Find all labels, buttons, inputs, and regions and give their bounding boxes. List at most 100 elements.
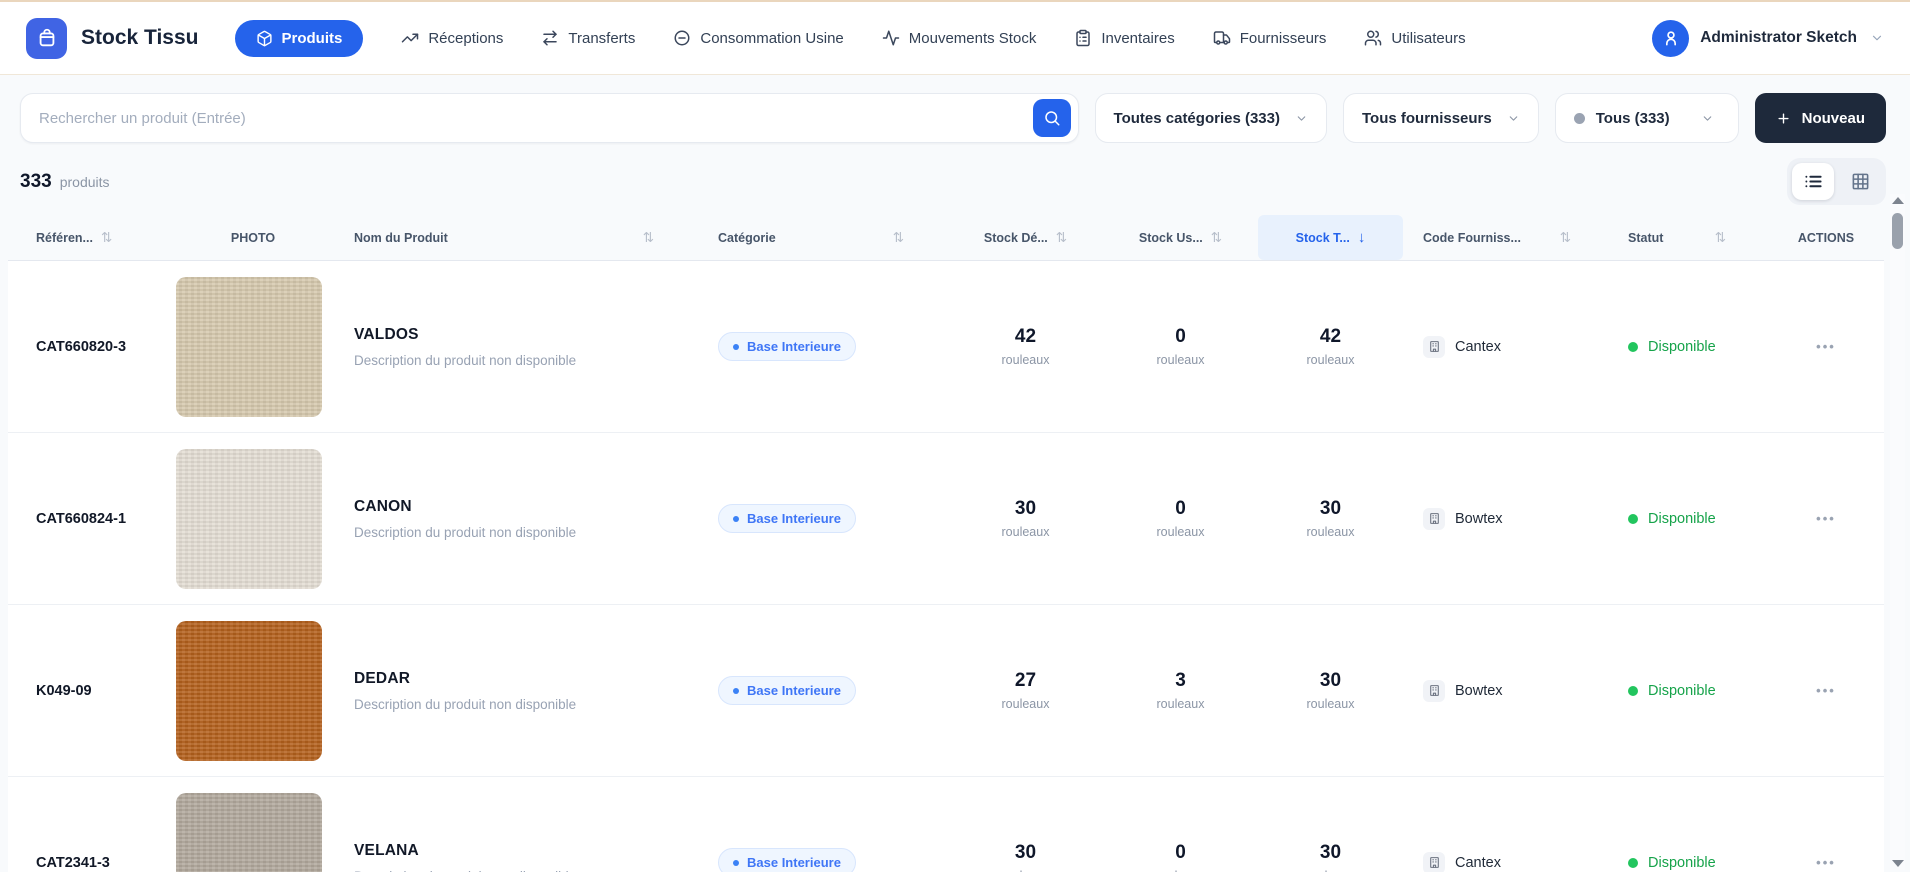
stock-usine-unit: rouleaux bbox=[1156, 697, 1205, 711]
row-actions-button[interactable]: ••• bbox=[1816, 511, 1836, 526]
status-dot-icon bbox=[1628, 857, 1638, 868]
status-dot-icon bbox=[1573, 112, 1585, 124]
building-icon bbox=[1423, 679, 1445, 702]
stock-total-unit: rouleaux bbox=[1306, 697, 1355, 711]
row-actions-button[interactable]: ••• bbox=[1816, 339, 1836, 354]
column-header-actions: ACTIONS bbox=[1797, 230, 1855, 245]
search-input[interactable] bbox=[39, 109, 1033, 127]
transfer-arrows-icon bbox=[541, 29, 559, 47]
column-header-category[interactable]: Catégorie ⇅ bbox=[698, 215, 948, 260]
building-icon bbox=[1423, 507, 1445, 530]
table-row[interactable]: CAT660820-3 VALDOS Description du produi… bbox=[8, 261, 1884, 433]
products-table: Référen... ⇅ PHOTO Nom du Produit ⇅ Caté… bbox=[8, 215, 1884, 872]
supplier-filter-dropdown[interactable]: Tous fournisseurs bbox=[1342, 93, 1539, 143]
row-actions-button[interactable]: ••• bbox=[1816, 855, 1836, 870]
scroll-up-arrow[interactable] bbox=[1891, 197, 1904, 204]
new-product-button[interactable]: Nouveau bbox=[1754, 93, 1886, 143]
circle-minus-icon bbox=[673, 29, 691, 47]
user-menu[interactable]: Administrator Sketch bbox=[1652, 19, 1884, 57]
chevron-down-icon bbox=[1701, 112, 1714, 125]
sort-icon: ⇅ bbox=[1210, 229, 1223, 245]
status-dot-icon bbox=[1628, 685, 1638, 696]
column-header-stock-usine[interactable]: Stock Us... ⇅ bbox=[1103, 215, 1258, 260]
view-toggle bbox=[1787, 158, 1886, 205]
nav-item-transferts[interactable]: Transferts bbox=[541, 29, 635, 47]
package-icon bbox=[256, 30, 273, 47]
stock-depot-unit: rouleaux bbox=[1001, 353, 1050, 367]
scrollbar-thumb[interactable] bbox=[1892, 213, 1903, 249]
status-badge: Disponible bbox=[1603, 339, 1768, 355]
trending-up-icon bbox=[401, 29, 419, 47]
building-icon bbox=[1423, 851, 1445, 872]
product-reference: CAT2341-3 bbox=[36, 854, 110, 871]
table-header: Référen... ⇅ PHOTO Nom du Produit ⇅ Caté… bbox=[8, 215, 1884, 261]
grid-icon bbox=[1851, 172, 1870, 191]
sort-icon: ⇅ bbox=[1055, 229, 1068, 245]
results-summary: 333 produits bbox=[20, 158, 1886, 205]
app-logo[interactable] bbox=[26, 17, 67, 59]
sort-icon: ⇅ bbox=[1559, 229, 1571, 245]
stock-usine-value: 0 bbox=[1175, 842, 1186, 863]
category-filter-dropdown[interactable]: Toutes catégories (333) bbox=[1094, 93, 1327, 143]
product-description: Description du produit non disponible bbox=[354, 524, 577, 540]
badge-dot-icon bbox=[733, 859, 739, 866]
product-photo bbox=[176, 620, 322, 761]
product-description: Description du produit non disponible bbox=[354, 352, 577, 368]
table-row[interactable]: CAT2341-3 VELANA Description du produit … bbox=[8, 777, 1884, 872]
status-filter-dropdown[interactable]: Tous (333) bbox=[1554, 93, 1739, 143]
product-description: Description du produit non disponible bbox=[354, 696, 577, 712]
nav-item-consommation-usine[interactable]: Consommation Usine bbox=[673, 29, 844, 47]
nav-item-utilisateurs[interactable]: Utilisateurs bbox=[1364, 29, 1466, 47]
column-header-stock-depot[interactable]: Stock Dé... ⇅ bbox=[948, 215, 1103, 260]
status-dot-icon bbox=[1628, 341, 1638, 352]
stock-depot-unit: rouleaux bbox=[1001, 697, 1050, 711]
column-header-name[interactable]: Nom du Produit ⇅ bbox=[338, 215, 698, 260]
search-button[interactable] bbox=[1032, 99, 1071, 137]
grid-view-button[interactable] bbox=[1839, 163, 1881, 200]
column-header-stock-total[interactable]: Stock T... ↓ bbox=[1258, 215, 1403, 260]
search-icon bbox=[1043, 109, 1061, 127]
users-icon bbox=[1364, 29, 1382, 47]
table-row[interactable]: K049-09 DEDAR Description du produit non… bbox=[8, 605, 1884, 777]
product-reference: CAT660824-1 bbox=[36, 510, 127, 527]
supplier-code: Cantex bbox=[1455, 854, 1501, 871]
nav-item-mouvements-stock[interactable]: Mouvements Stock bbox=[882, 29, 1036, 47]
product-description: Description du produit non disponible bbox=[354, 869, 698, 872]
product-photo bbox=[176, 276, 322, 417]
category-badge: Base Interieure bbox=[718, 676, 856, 705]
avatar bbox=[1652, 19, 1690, 57]
stock-usine-value: 0 bbox=[1175, 326, 1186, 347]
stock-usine-unit: rouleaux bbox=[1156, 353, 1205, 367]
nav-item-produits[interactable]: Produits bbox=[234, 19, 364, 57]
category-badge: Base Interieure bbox=[718, 332, 856, 361]
scroll-down-arrow[interactable] bbox=[1891, 860, 1904, 867]
toolbar: Toutes catégories (333) Tous fournisseur… bbox=[20, 93, 1886, 143]
chevron-down-icon bbox=[1295, 112, 1308, 125]
vertical-scrollbar bbox=[1890, 194, 1905, 870]
sort-icon: ⇅ bbox=[1714, 229, 1726, 245]
badge-dot-icon bbox=[733, 343, 739, 350]
nav-item-inventaires[interactable]: Inventaires bbox=[1074, 29, 1175, 47]
list-view-button[interactable] bbox=[1792, 163, 1834, 200]
nav-item-fournisseurs[interactable]: Fournisseurs bbox=[1213, 29, 1326, 47]
stock-total-unit: rouleaux bbox=[1306, 353, 1355, 367]
stock-total-value: 30 bbox=[1319, 842, 1342, 863]
chevron-down-icon bbox=[1507, 112, 1520, 125]
column-header-status[interactable]: Statut ⇅ bbox=[1603, 215, 1768, 260]
shopping-bag-icon bbox=[36, 27, 58, 49]
stock-total-value: 42 bbox=[1319, 326, 1342, 347]
stock-depot-value: 30 bbox=[1014, 498, 1037, 519]
column-header-reference[interactable]: Référen... ⇅ bbox=[8, 215, 168, 260]
row-actions-button[interactable]: ••• bbox=[1816, 683, 1836, 698]
stock-total-unit: rouleaux bbox=[1306, 525, 1355, 539]
nav-item-receptions[interactable]: Réceptions bbox=[401, 29, 503, 47]
sorted-desc-icon: ↓ bbox=[1357, 229, 1366, 246]
navbar: Stock Tissu Produits Réceptions Transfer… bbox=[0, 2, 1910, 75]
product-count-label: produits bbox=[59, 173, 110, 190]
activity-icon bbox=[882, 29, 900, 47]
table-row[interactable]: CAT660824-1 CANON Description du produit… bbox=[8, 433, 1884, 605]
badge-dot-icon bbox=[733, 515, 739, 522]
stock-depot-value: 27 bbox=[1014, 670, 1037, 691]
column-header-supplier-code[interactable]: Code Fourniss... ⇅ bbox=[1403, 215, 1603, 260]
app-title: Stock Tissu bbox=[81, 26, 199, 49]
